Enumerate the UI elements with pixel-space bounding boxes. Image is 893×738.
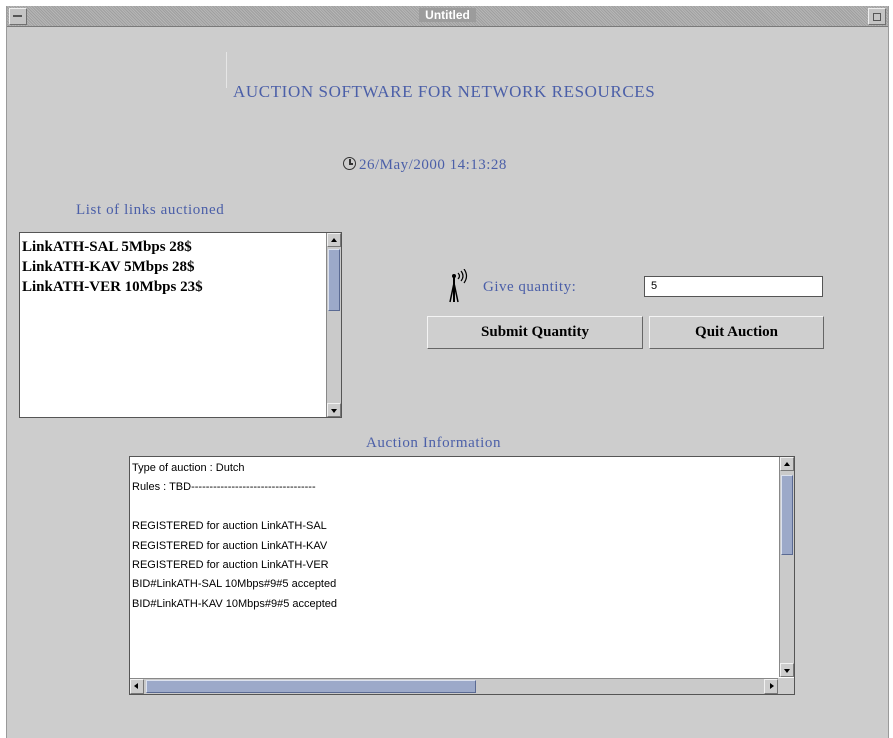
quit-auction-button[interactable]: Quit Auction (649, 316, 824, 349)
info-line: Type of auction : Dutch (132, 462, 245, 474)
datetime-text: 26/May/2000 14:13:28 (359, 157, 507, 173)
scroll-corner (778, 678, 794, 694)
antenna-icon (449, 269, 468, 303)
info-line (132, 498, 337, 517)
submit-quantity-button[interactable]: Submit Quantity (427, 316, 643, 349)
auction-info-label: Auction Information (366, 435, 502, 451)
scroll-up-button[interactable] (780, 457, 794, 471)
maximize-button[interactable] (868, 8, 886, 25)
info-line: REGISTERED for auction LinkATH-VER (132, 558, 329, 571)
info-line: REGISTERED for auction LinkATH-SAL (132, 520, 327, 533)
quantity-input[interactable]: 5 (644, 276, 823, 297)
quantity-label: Give quantity: (483, 279, 577, 295)
arrow-down-icon (784, 669, 790, 673)
auction-info-textarea[interactable]: Type of auction : Dutch Rules : TBD-----… (129, 456, 795, 695)
separator-line (226, 52, 227, 88)
info-line: BID#LinkATH-SAL 10Mbps#9#5 accepted (132, 578, 337, 591)
page-title: AUCTION SOFTWARE FOR NETWORK RESOURCES (233, 82, 656, 101)
scroll-down-button[interactable] (327, 403, 341, 417)
arrow-left-icon (134, 683, 138, 689)
clock-icon (343, 157, 356, 170)
arrow-right-icon (770, 683, 774, 689)
scroll-up-button[interactable] (327, 233, 341, 247)
scroll-right-button[interactable] (764, 679, 778, 694)
arrow-up-icon (331, 238, 337, 242)
title-bar[interactable]: Untitled (7, 6, 888, 27)
auction-info-lines: Type of auction : Dutch Rules : TBD-----… (132, 459, 337, 614)
info-horizontal-scrollbar[interactable] (130, 678, 794, 694)
scroll-down-button[interactable] (780, 663, 794, 677)
scroll-thumb[interactable] (328, 249, 340, 311)
application-window: Untitled AUCTION SOFTWARE FOR NETWORK RE… (6, 6, 889, 738)
scroll-thumb[interactable] (146, 680, 476, 693)
list-item[interactable]: LinkATH-VER 10Mbps 23$ (22, 277, 203, 297)
datetime-display: 26/May/2000 14:13:28 (343, 157, 507, 174)
maximize-icon (873, 13, 881, 21)
list-item[interactable]: LinkATH-KAV 5Mbps 28$ (22, 257, 203, 277)
links-vertical-scrollbar[interactable] (326, 233, 341, 417)
scroll-thumb[interactable] (781, 475, 793, 555)
links-list-items: LinkATH-SAL 5Mbps 28$ LinkATH-KAV 5Mbps … (22, 237, 203, 297)
links-list-label: List of links auctioned (76, 202, 225, 218)
scroll-left-button[interactable] (130, 679, 144, 694)
links-listbox[interactable]: LinkATH-SAL 5Mbps 28$ LinkATH-KAV 5Mbps … (19, 232, 342, 418)
info-line: Rules : TBD-----------------------------… (132, 481, 316, 494)
info-line: REGISTERED for auction LinkATH-KAV (132, 539, 328, 552)
arrow-up-icon (784, 462, 790, 466)
arrow-down-icon (331, 409, 337, 413)
info-line: BID#LinkATH-KAV 10Mbps#9#5 accepted (132, 597, 338, 610)
window-title: Untitled (419, 8, 476, 22)
info-vertical-scrollbar[interactable] (779, 457, 794, 677)
list-item[interactable]: LinkATH-SAL 5Mbps 28$ (22, 237, 203, 257)
